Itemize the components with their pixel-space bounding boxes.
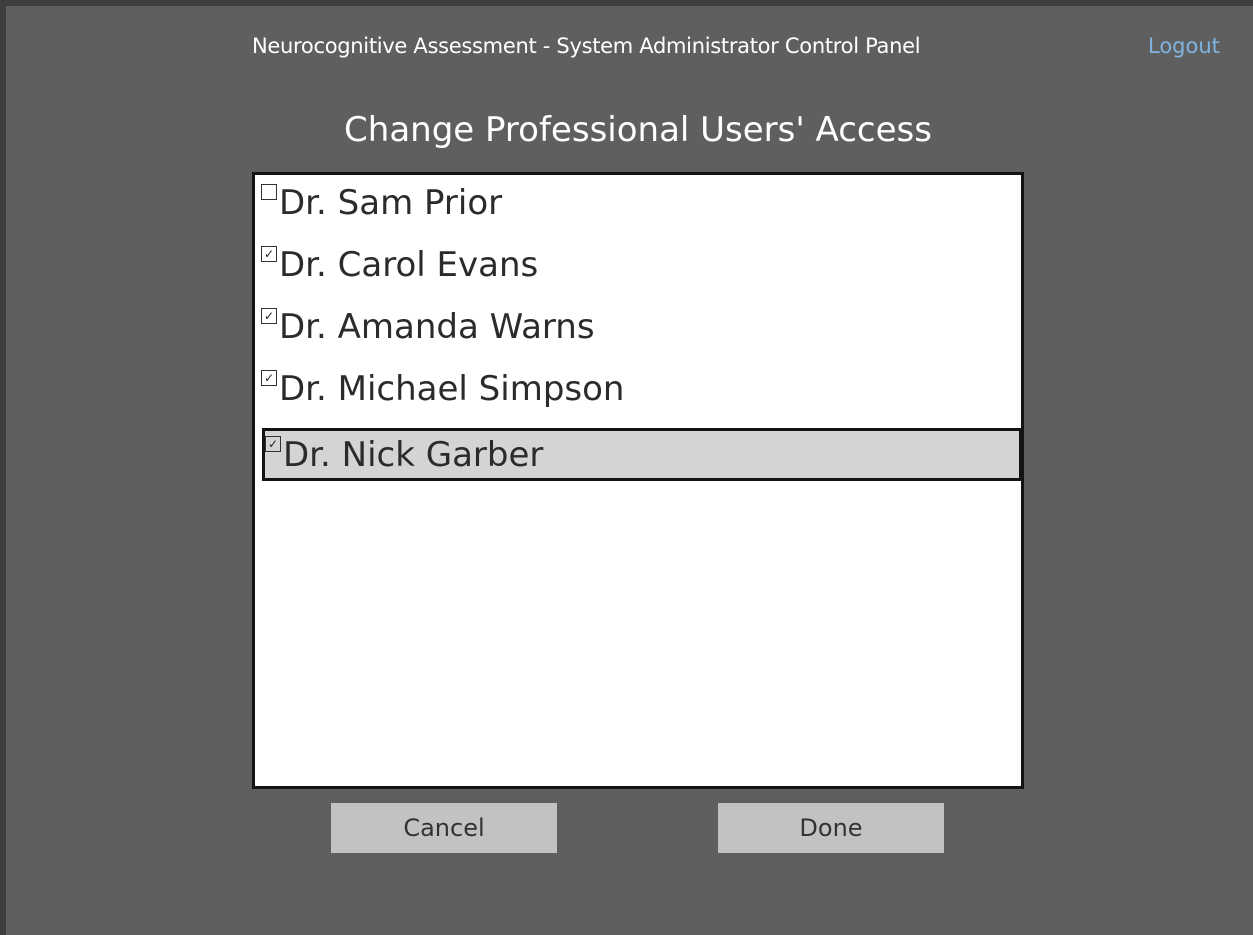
list-item-amanda-warns[interactable]: ✓ Dr. Amanda Warns — [261, 301, 1021, 353]
done-button[interactable]: Done — [718, 803, 944, 853]
user-name: Dr. Michael Simpson — [279, 369, 625, 409]
app-title: Neurocognitive Assessment - System Admin… — [252, 34, 921, 58]
user-name: Dr. Sam Prior — [279, 183, 503, 223]
user-access-list[interactable]: Dr. Sam Prior ✓ Dr. Carol Evans ✓ Dr. Am… — [252, 172, 1024, 789]
list-item-carol-evans[interactable]: ✓ Dr. Carol Evans — [261, 239, 1021, 291]
logout-link[interactable]: Logout — [1148, 34, 1220, 58]
app-window: Neurocognitive Assessment - System Admin… — [0, 0, 1253, 935]
access-checkbox[interactable] — [261, 184, 277, 200]
list-item-nick-garber[interactable]: ✓ Dr. Nick Garber — [262, 428, 1021, 481]
access-checkbox[interactable]: ✓ — [261, 370, 277, 386]
user-name: Dr. Amanda Warns — [279, 307, 595, 347]
cancel-button[interactable]: Cancel — [331, 803, 557, 853]
page-title: Change Professional Users' Access — [344, 110, 932, 150]
list-item-michael-simpson[interactable]: ✓ Dr. Michael Simpson — [261, 363, 1021, 415]
user-name: Dr. Nick Garber — [283, 434, 544, 475]
access-checkbox[interactable]: ✓ — [261, 246, 277, 262]
access-checkbox[interactable]: ✓ — [265, 435, 281, 452]
user-name: Dr. Carol Evans — [279, 245, 539, 285]
list-item-sam-prior[interactable]: Dr. Sam Prior — [261, 177, 1021, 229]
access-checkbox[interactable]: ✓ — [261, 308, 277, 324]
